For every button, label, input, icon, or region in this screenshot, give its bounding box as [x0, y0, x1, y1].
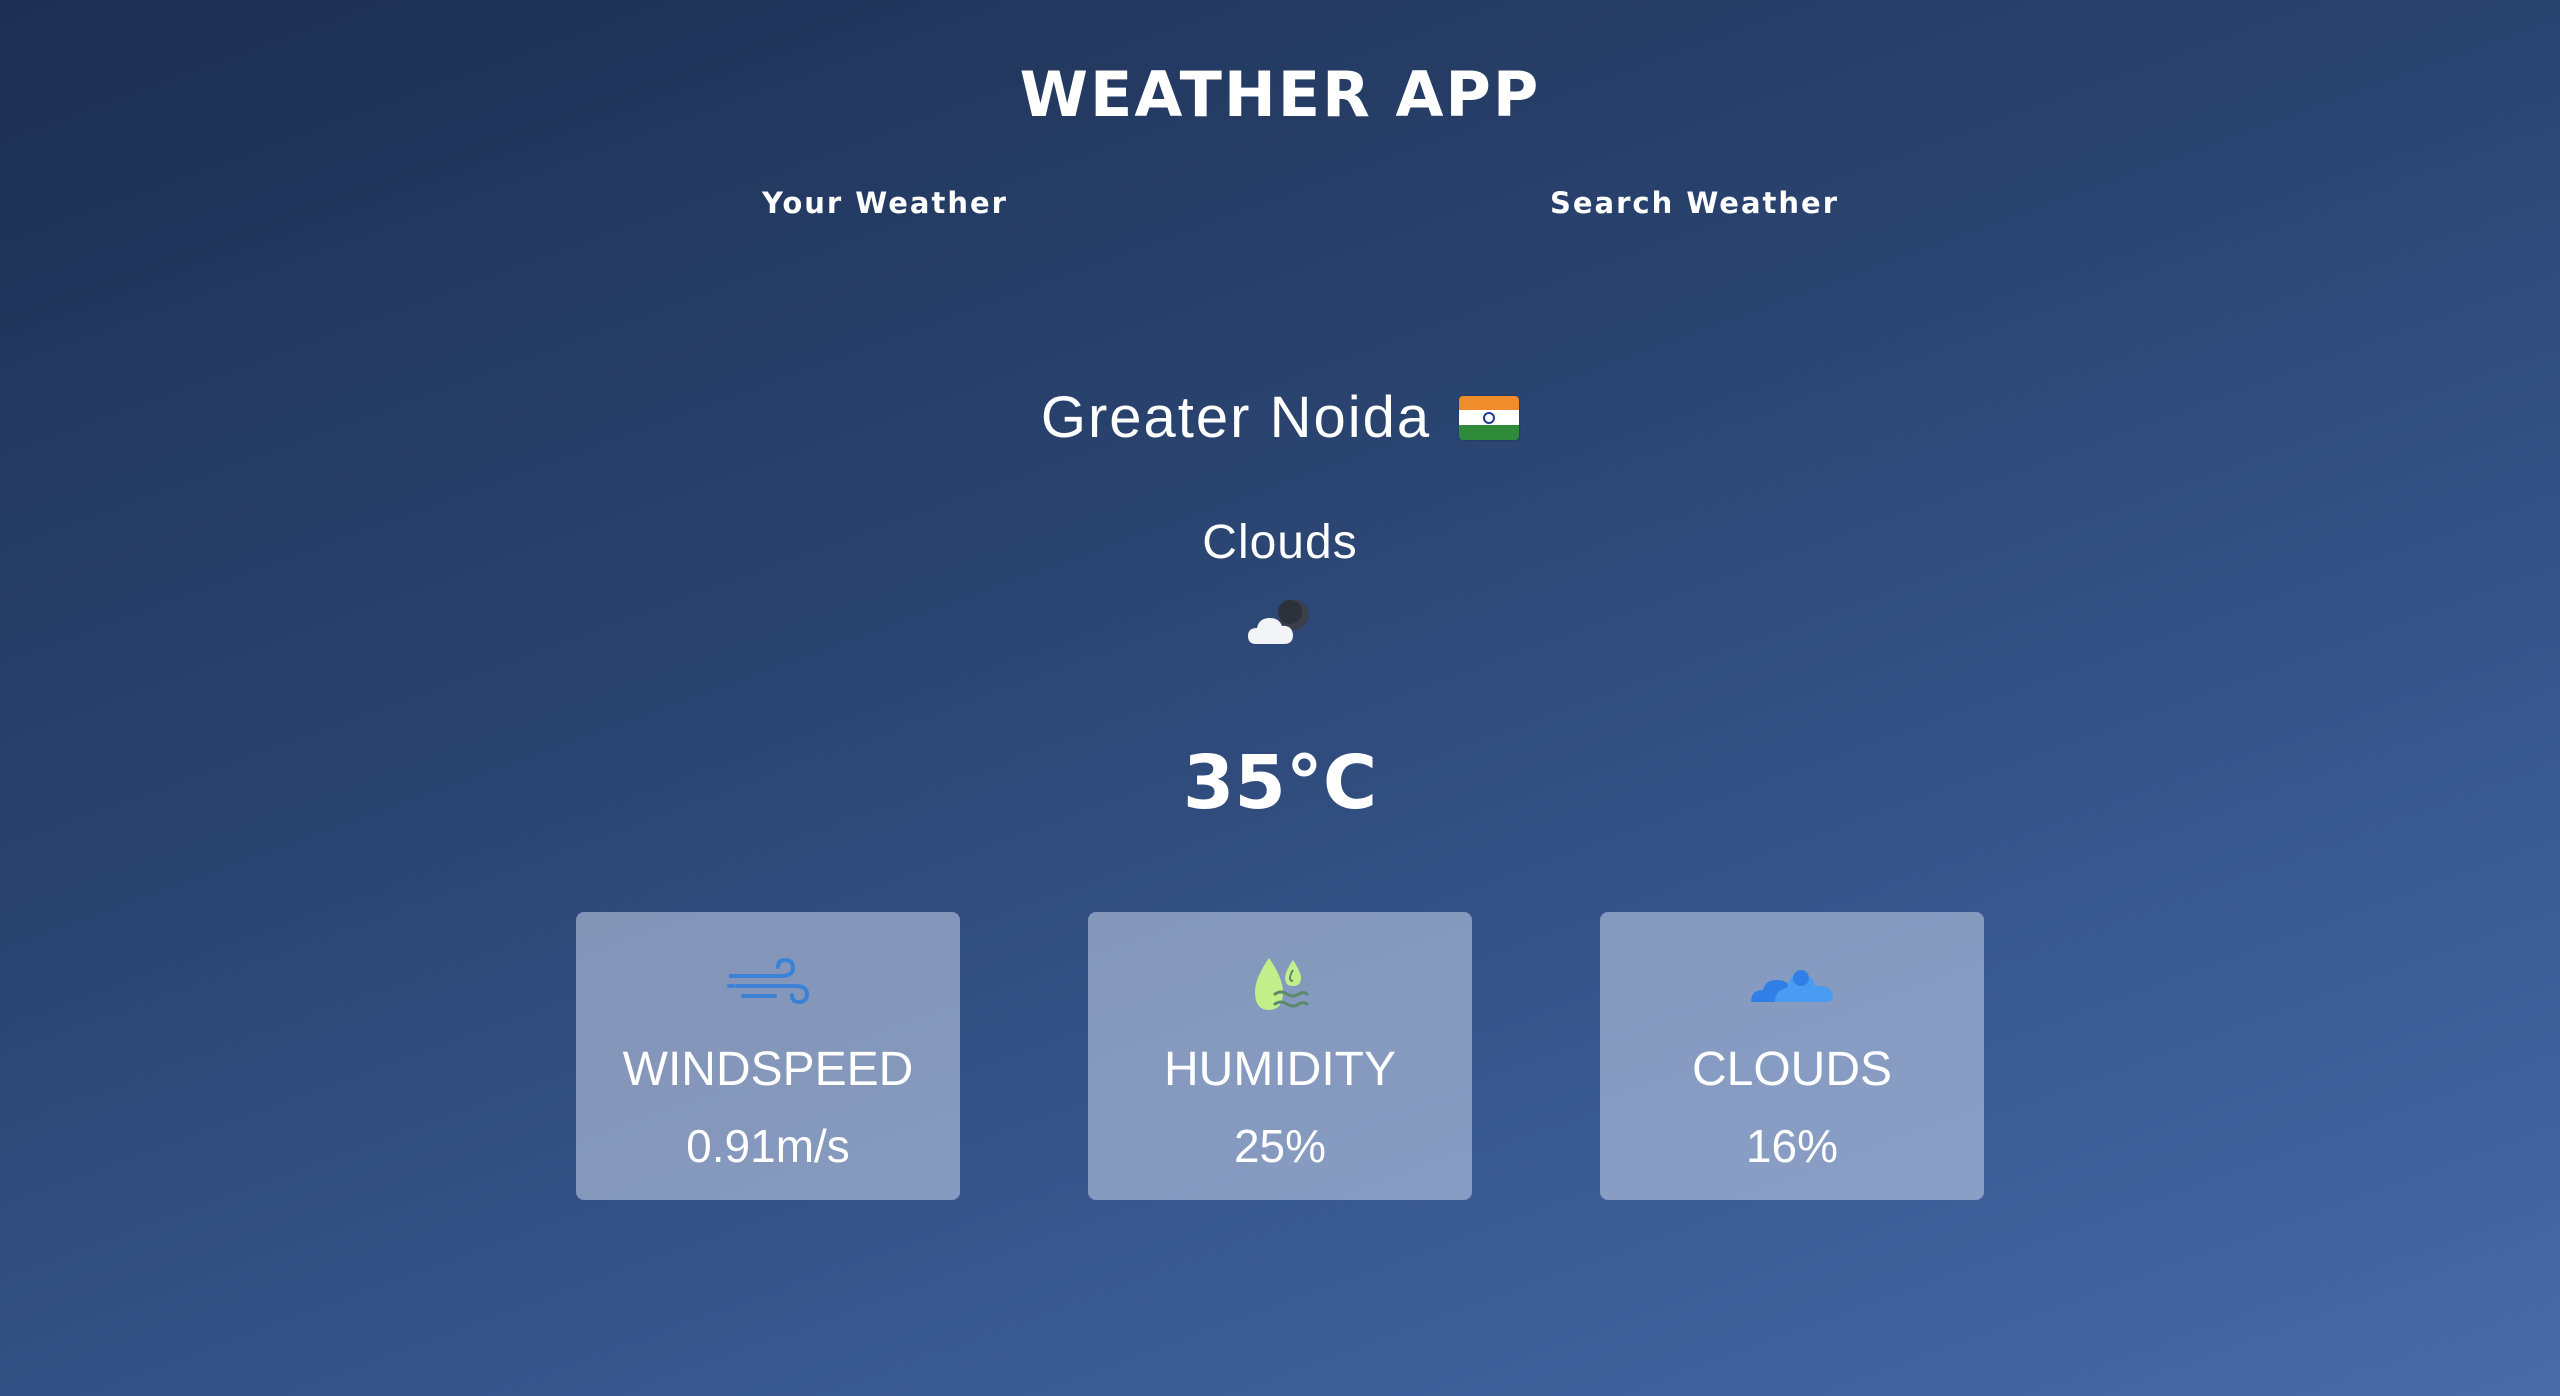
city-name: Greater Noida [1040, 385, 1432, 450]
humidity-card: HUMIDITY 25% [1088, 912, 1472, 1200]
clouds-card: CLOUDS 16% [1600, 912, 1984, 1200]
windspeed-value: 0.91m/s [686, 1120, 850, 1172]
stats-cards: WINDSPEED 0.91m/s HUMIDITY 25% CLOUDS 16… [576, 912, 1984, 1200]
windspeed-label: WINDSPEED [622, 1043, 914, 1096]
india-flag-icon [1459, 395, 1520, 440]
wind-icon [727, 957, 810, 1005]
weather-condition: Clouds [1202, 516, 1358, 569]
windspeed-card: WINDSPEED 0.91m/s [576, 912, 960, 1200]
humidity-value: 25% [1233, 1120, 1327, 1172]
temperature: 35°C [1182, 740, 1378, 826]
humidity-icon [1255, 958, 1309, 1010]
humidity-label: HUMIDITY [1164, 1043, 1396, 1096]
clouds-label: CLOUDS [1691, 1043, 1893, 1096]
tab-your-weather[interactable]: Your Weather [762, 186, 1008, 220]
clouds-value: 16% [1745, 1120, 1839, 1172]
app-title: WEATHER APP [1019, 58, 1541, 131]
clouds-icon [1751, 970, 1833, 1002]
location-row: Greater Noida [0, 384, 2560, 451]
tab-search-weather[interactable]: Search Weather [1550, 186, 1839, 220]
cloud-night-icon [1248, 600, 1309, 644]
